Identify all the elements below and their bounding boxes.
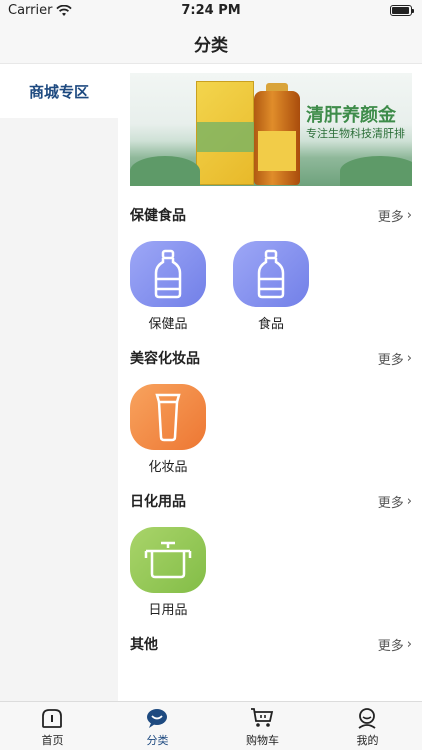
tab-profile[interactable]: 我的 [315, 702, 420, 750]
tab-label: 我的 [356, 734, 379, 747]
nav-bar: 分类 [0, 22, 422, 64]
page-title: 分类 [194, 36, 228, 56]
banner-aloe-leaf [130, 156, 200, 186]
banner-bottle-label [258, 131, 296, 171]
status-time: 7:24 PM [181, 3, 241, 18]
banner-headline: 清肝养颜金 [306, 105, 396, 126]
banner-product-box [196, 81, 255, 185]
tab-label: 首页 [41, 734, 64, 747]
category-label: 日用品 [148, 603, 188, 618]
category-tile [130, 241, 206, 307]
more-label: 更多 [377, 496, 404, 511]
section-header-health-food: 保健食品 更多 › [130, 205, 412, 227]
banner-aloe-leaf [340, 156, 412, 186]
section-header-cosmetics: 美容化妆品 更多 › [130, 348, 412, 370]
tab-cart[interactable]: 购物车 [210, 702, 315, 750]
battery-icon [390, 5, 414, 16]
banner-subline: 专注生物科技清肝排 [306, 127, 405, 140]
category-label: 化妆品 [148, 460, 188, 475]
section-title: 日化用品 [130, 494, 186, 510]
sidebar-item-mall-zone[interactable]: 商城专区 [0, 64, 118, 118]
promo-banner[interactable]: 清肝养颜金 专注生物科技清肝排 [130, 73, 412, 186]
category-chat-icon [147, 709, 167, 728]
category-tile [130, 384, 206, 450]
more-link[interactable]: 更多 › [378, 635, 412, 654]
section-header-daily-chemicals: 日化用品 更多 › [130, 491, 412, 513]
more-label: 更多 [377, 353, 404, 368]
category-sidebar: 商城专区 [0, 64, 118, 701]
chevron-right-icon: › [406, 351, 412, 366]
bottle-icon [154, 249, 182, 299]
more-link[interactable]: 更多 › [378, 492, 412, 511]
more-label: 更多 [377, 210, 404, 225]
tab-label: 购物车 [246, 734, 279, 747]
chevron-right-icon: › [406, 637, 412, 652]
category-tile [233, 241, 309, 307]
status-bar: Carrier 7:24 PM [0, 0, 422, 22]
category-item-daily-goods[interactable]: 日用品 [130, 527, 206, 623]
category-tile [130, 527, 206, 593]
more-label: 更多 [377, 639, 404, 654]
chevron-right-icon: › [406, 208, 412, 223]
tab-category[interactable]: 分类 [105, 702, 210, 750]
category-label: 食品 [257, 317, 284, 332]
tab-home[interactable]: 首页 [0, 702, 105, 750]
cosmetic-tube-icon [155, 393, 181, 442]
category-label: 保健品 [148, 317, 188, 332]
section-header-other: 其他 更多 › [130, 634, 412, 656]
section-title: 其他 [130, 637, 158, 653]
cart-icon [251, 708, 274, 727]
chevron-right-icon: › [406, 494, 412, 509]
category-item-cosmetics[interactable]: 化妆品 [130, 384, 206, 480]
tab-bar: 首页 分类 购物车 我的 [0, 701, 422, 750]
category-item-food[interactable]: 食品 [233, 241, 309, 337]
more-link[interactable]: 更多 › [378, 349, 412, 368]
section-title: 保健食品 [130, 208, 186, 224]
tab-label: 分类 [146, 734, 169, 747]
more-link[interactable]: 更多 › [378, 206, 412, 225]
bottle-icon [257, 249, 285, 299]
user-icon [358, 708, 376, 729]
section-title: 美容化妆品 [130, 351, 200, 367]
category-content: 清肝养颜金 专注生物科技清肝排 保健食品 更多 › 保健品 食品 美容化妆品 更… [118, 64, 422, 701]
pot-icon [144, 541, 192, 579]
home-icon [42, 709, 62, 728]
category-item-health-products[interactable]: 保健品 [130, 241, 206, 337]
